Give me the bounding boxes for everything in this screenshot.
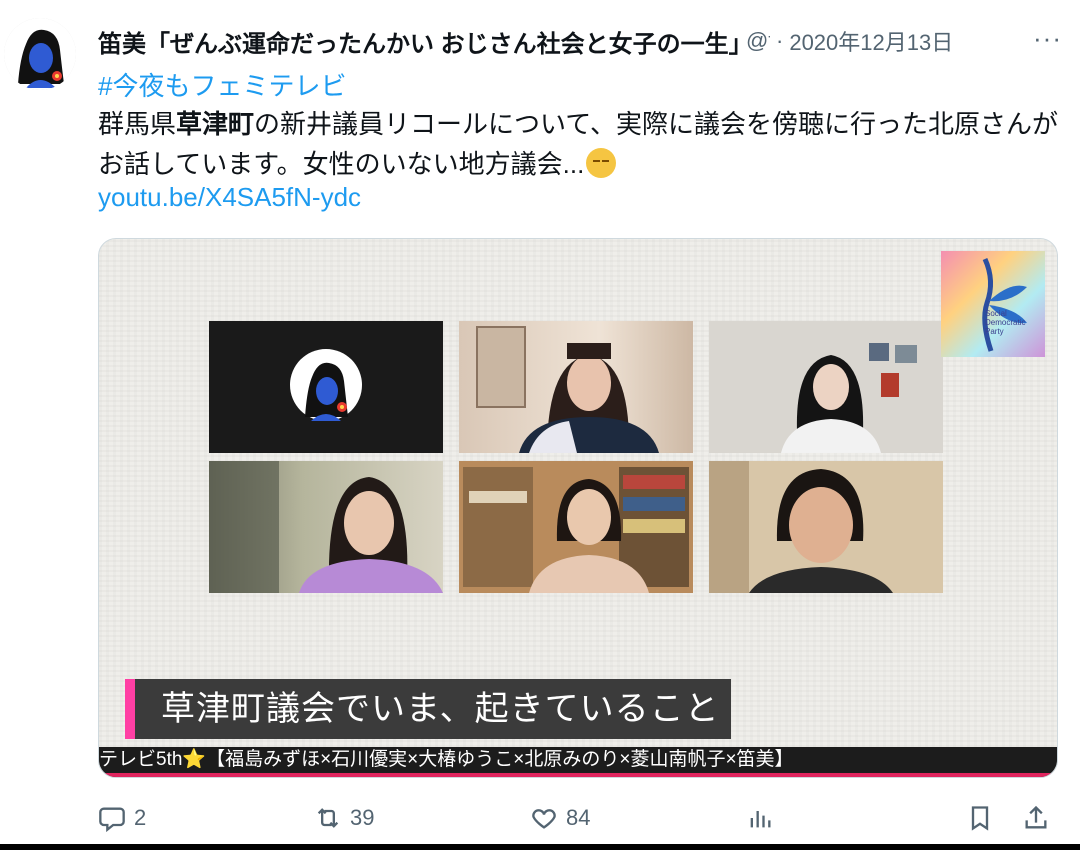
logo-text-line2: Democratic xyxy=(985,318,1026,327)
video-tile-participant-3 xyxy=(709,321,943,453)
tweet-date[interactable]: 2020年12月13日 xyxy=(789,25,953,57)
participant-2-figure xyxy=(476,326,659,453)
retweet-button[interactable]: 39 xyxy=(314,804,374,832)
youtube-link[interactable]: youtu.be/X4SA5fN-ydc xyxy=(98,182,361,213)
reply-button[interactable]: 2 xyxy=(98,804,146,832)
window-bottom-edge xyxy=(0,844,1080,850)
views-button[interactable] xyxy=(746,804,782,832)
pensive-face-icon xyxy=(586,148,617,178)
tweet-text-part1: 群馬県 xyxy=(98,109,177,139)
logo-text-line1: Social xyxy=(985,309,1007,318)
like-button[interactable]: 84 xyxy=(530,804,590,832)
video-progress-bar[interactable] xyxy=(99,773,1057,777)
hashtag-link[interactable]: #今夜もフェミテレビ xyxy=(98,66,346,103)
like-icon xyxy=(532,809,556,829)
more-icon[interactable]: ··· xyxy=(1033,22,1062,54)
participant-6-figure xyxy=(709,461,943,593)
video-tile-participant-2 xyxy=(459,321,693,453)
retweet-count: 39 xyxy=(350,805,375,830)
participant-5-figure xyxy=(459,461,693,593)
share-icon xyxy=(1025,805,1047,829)
video-tile-participant-4 xyxy=(209,461,443,593)
video-ticker: テレビ5th⭐【福島みずほ×石川優実×大椿ゆうこ×北原みのり×菱山南帆子×笛美】 xyxy=(99,747,1057,777)
bookmark-button[interactable] xyxy=(966,804,1002,832)
party-logo-icon xyxy=(982,257,1027,352)
participant-3-figure xyxy=(781,343,917,453)
author-avatar[interactable] xyxy=(4,18,76,90)
participant-4-figure xyxy=(209,461,443,593)
avatar-illustration xyxy=(4,18,76,90)
tweet-text-bold: 草津町 xyxy=(176,109,255,139)
video-caption: 草津町議会でいま、起きていること xyxy=(125,679,731,739)
header-separator: · xyxy=(776,28,784,53)
like-count: 84 xyxy=(566,805,591,830)
tweet-header: 笛美「ぜんぶ運命だったんかい おじさん社会と女子の一生」 @fu · 2020年… xyxy=(98,22,1066,60)
share-button[interactable] xyxy=(1022,804,1058,832)
views-icon xyxy=(750,811,771,828)
reply-count: 2 xyxy=(134,805,147,830)
tile-avatar-illustration xyxy=(290,349,362,421)
party-logo: Social Democratic Party xyxy=(941,251,1045,357)
author-name[interactable]: 笛美「ぜんぶ運命だったんかい おじさん社会と女子の一生」 xyxy=(98,24,738,59)
reply-icon xyxy=(99,807,125,832)
bookmark-icon xyxy=(971,806,989,831)
party-logo-text: Social Democratic Party xyxy=(985,309,1025,336)
tweet-action-bar: 2 39 84 xyxy=(98,800,1068,840)
video-tile-participant-6 xyxy=(709,461,943,593)
tweet-text: 群馬県草津町の新井議員リコールについて、実際に議会を傍聴に行った北原さんがお話し… xyxy=(98,104,1068,184)
author-handle[interactable]: @fu xyxy=(746,28,770,54)
ticker-text: テレビ5th⭐【福島みずほ×石川優実×大椿ゆうこ×北原みのり×菱山南帆子×笛美】 xyxy=(99,749,794,770)
retweet-icon xyxy=(317,808,339,828)
video-thumbnail[interactable]: Social Democratic Party 草津町議会でいま、起きていること… xyxy=(98,238,1058,778)
video-tile-participant-5 xyxy=(459,461,693,593)
video-tile-avatar xyxy=(209,321,443,453)
logo-text-line3: Party xyxy=(985,327,1004,336)
